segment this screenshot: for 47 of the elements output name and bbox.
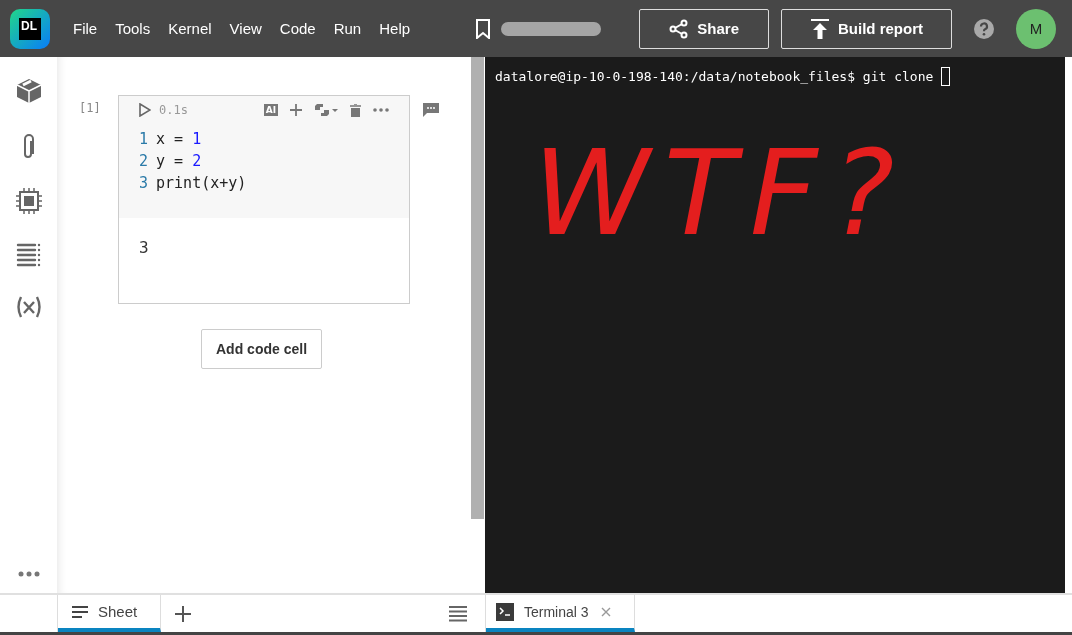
user-avatar[interactable]: M [1016, 8, 1056, 49]
code-line: x = 1 [156, 129, 202, 150]
run-icon[interactable] [139, 103, 151, 117]
code-line: y = 2 [156, 151, 202, 172]
variables-icon[interactable] [14, 295, 43, 319]
line-number: 1 [139, 129, 149, 150]
terminal-line: datalore@ip-10-0-198-140:/data/notebook_files$ git clone [495, 69, 935, 84]
bookmark-icon[interactable] [475, 18, 492, 39]
cell-output: 3 [139, 238, 149, 257]
outline-icon[interactable] [15, 242, 42, 268]
terminal-icon [496, 602, 514, 621]
cube-icon[interactable] [14, 77, 43, 105]
close-icon[interactable] [600, 606, 611, 617]
add-icon[interactable] [175, 605, 191, 622]
cursor-icon [941, 67, 951, 86]
add-code-cell-button[interactable]: Add code cell [201, 329, 323, 369]
menu-item[interactable]: Tools [106, 20, 160, 37]
line-number: 2 [139, 151, 149, 172]
terminal-tab[interactable]: Terminal 3 [486, 595, 635, 632]
help-icon[interactable] [974, 18, 994, 39]
delete-icon[interactable] [350, 103, 361, 117]
menu-item[interactable]: Code [270, 20, 325, 37]
run-time: 0.1s [159, 103, 188, 117]
code-line: print(x+y) [156, 173, 247, 194]
menu-item[interactable]: File [64, 20, 107, 37]
upload-icon [810, 17, 830, 40]
add-icon[interactable] [290, 104, 302, 116]
more-icon[interactable] [373, 108, 389, 112]
build-report-button[interactable]: Build report [781, 8, 952, 49]
chip-icon[interactable] [14, 187, 43, 215]
line-number: 3 [139, 173, 149, 194]
more-icon[interactable] [17, 571, 40, 577]
logo-icon[interactable]: DL [10, 8, 50, 49]
menu-item[interactable]: View [220, 20, 271, 37]
list-icon[interactable] [449, 605, 467, 622]
sheet-tab[interactable]: Sheet [58, 595, 161, 632]
handwritten-annotation: WTF? [533, 134, 910, 252]
comment-icon[interactable] [423, 103, 439, 117]
menu-item[interactable]: Kernel [159, 20, 221, 37]
scrollbar[interactable] [471, 57, 484, 519]
execution-count: [1] [79, 100, 102, 115]
share-icon [669, 18, 690, 39]
menu-item[interactable]: Run [324, 20, 371, 37]
ai-button[interactable]: AI [263, 104, 278, 116]
menu-item[interactable]: Help [370, 20, 420, 37]
lines-icon [72, 605, 88, 618]
share-button[interactable]: Share [639, 8, 769, 49]
